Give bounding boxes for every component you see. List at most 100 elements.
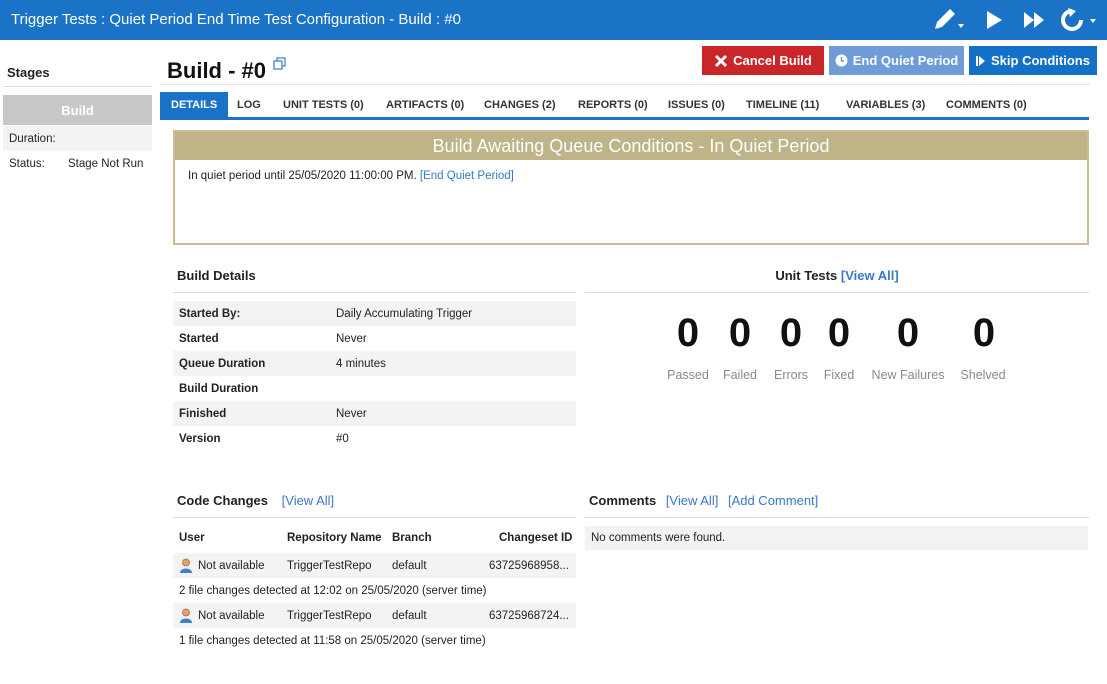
list-item: 1 file changes detected at 11:58 on 25/0… — [173, 628, 576, 653]
alert-message-row: In quiet period until 25/05/2020 11:00:0… — [188, 170, 514, 182]
tab-timeline[interactable]: TIMELINE (11) — [746, 92, 819, 117]
divider — [3, 86, 152, 87]
column-header-repository[interactable]: Repository Name — [287, 532, 382, 544]
skip-conditions-button[interactable]: Skip Conditions — [969, 46, 1097, 75]
code-changes-view-all-link[interactable]: [View All] — [282, 493, 335, 508]
end-quiet-period-label: End Quiet Period — [852, 53, 959, 68]
shelved-label: Shelved — [960, 368, 1006, 382]
list-item: 2 file changes detected at 12:02 on 25/0… — [173, 578, 576, 603]
tab-unit-tests[interactable]: UNIT TESTS (0) — [283, 92, 364, 117]
tab-details[interactable]: DETAILS — [160, 92, 229, 117]
details-row: Finished Never — [173, 401, 576, 426]
tab-comments[interactable]: COMMENTS (0) — [946, 92, 1027, 117]
alert-title: Build Awaiting Queue Conditions - In Qui… — [175, 132, 1087, 160]
details-value: 4 minutes — [336, 357, 386, 370]
code-changes-title: Code Changes — [177, 493, 269, 508]
divider — [173, 517, 576, 518]
comments-view-all-link[interactable]: [View All] — [666, 493, 719, 508]
skip-conditions-label: Skip Conditions — [991, 53, 1090, 68]
change-repository: TriggerTestRepo — [287, 559, 372, 572]
refresh-icon[interactable] — [1059, 5, 1099, 35]
unit-tests-view-all-link[interactable]: [View All] — [841, 268, 899, 283]
stage-status-row: Status: Stage Not Run — [3, 151, 152, 176]
quiet-period-alert: Build Awaiting Queue Conditions - In Qui… — [173, 130, 1089, 245]
tab-variables[interactable]: VARIABLES (3) — [846, 92, 925, 117]
details-key: Version — [179, 432, 221, 445]
details-value: #0 — [336, 432, 349, 445]
details-row: Queue Duration 4 minutes — [173, 351, 576, 376]
unit-tests-title: Unit Tests — [775, 268, 838, 283]
alert-message: In quiet period until 25/05/2020 11:00:0… — [188, 170, 417, 182]
status-label: Status: — [9, 157, 45, 170]
divider — [585, 292, 1089, 293]
tab-bar: DETAILS LOG UNIT TESTS (0) ARTIFACTS (0)… — [160, 92, 1089, 120]
details-row: Started Never — [173, 326, 576, 351]
cancel-build-label: Cancel Build — [733, 53, 812, 68]
details-row: Build Duration — [173, 376, 576, 401]
details-key: Queue Duration — [179, 357, 266, 370]
change-summary: 1 file changes detected at 11:58 on 25/0… — [179, 634, 486, 647]
column-header-branch[interactable]: Branch — [392, 532, 432, 544]
change-user: Not available — [198, 559, 265, 572]
change-changeset-id[interactable]: 63725968958... — [489, 560, 569, 572]
table-row: Not available TriggerTestRepo default 63… — [173, 553, 576, 578]
details-row: Version #0 — [173, 426, 576, 451]
user-icon — [179, 608, 193, 623]
column-header-user[interactable]: User — [179, 532, 205, 544]
change-summary: 2 file changes detected at 12:02 on 25/0… — [179, 584, 487, 597]
build-details-title: Build Details — [177, 268, 256, 283]
end-quiet-period-button[interactable]: End Quiet Period — [829, 46, 964, 75]
stages-title: Stages — [7, 65, 50, 80]
code-changes-title-row: Code Changes [View All] — [177, 493, 334, 508]
window-title: Trigger Tests : Quiet Period End Time Te… — [11, 11, 461, 28]
details-row: Started By: Daily Accumulating Trigger — [173, 301, 576, 326]
change-user: Not available — [198, 609, 265, 622]
details-key: Started By: — [179, 307, 241, 320]
change-branch: default — [392, 609, 427, 622]
tab-artifacts[interactable]: ARTIFACTS (0) — [386, 92, 464, 117]
details-key: Finished — [179, 407, 227, 420]
status-value: Stage Not Run — [68, 157, 144, 170]
details-key: Build Duration — [179, 382, 259, 395]
tab-changes[interactable]: CHANGES (2) — [484, 92, 556, 117]
table-row: Not available TriggerTestRepo default 63… — [173, 603, 576, 628]
end-quiet-period-link[interactable]: [End Quiet Period] — [420, 170, 514, 182]
new-failures-count: 0 — [896, 311, 920, 355]
change-branch: default — [392, 559, 427, 572]
skip-icon — [976, 55, 986, 66]
page-title: Build - #0 — [167, 58, 267, 83]
title-bar: Trigger Tests : Quiet Period End Time Te… — [0, 0, 1107, 40]
stage-duration-row: Duration: — [3, 126, 152, 151]
change-changeset-id[interactable]: 63725968724... — [489, 610, 569, 622]
fixed-count: 0 — [827, 311, 851, 355]
details-value: Never — [336, 332, 367, 345]
duration-label: Duration: — [9, 132, 56, 145]
details-value: Daily Accumulating Trigger — [336, 307, 473, 320]
user-icon — [179, 558, 193, 573]
change-repository: TriggerTestRepo — [287, 609, 372, 622]
edit-icon[interactable] — [930, 5, 966, 35]
stages-sidebar: Stages Build Duration: Status: Stage Not… — [0, 40, 155, 684]
divider — [160, 84, 1090, 85]
comments-title-row: Comments [View All] [Add Comment] — [589, 493, 818, 508]
tab-reports[interactable]: REPORTS (0) — [578, 92, 648, 117]
close-icon — [715, 54, 728, 67]
fast-forward-icon[interactable] — [1021, 5, 1047, 35]
column-header-changeset[interactable]: Changeset ID — [499, 532, 573, 544]
clock-icon — [835, 54, 848, 67]
unit-tests-title-row: Unit Tests [View All] — [585, 268, 1089, 283]
shelved-count: 0 — [972, 311, 996, 355]
tab-log[interactable]: LOG — [237, 92, 261, 117]
comments-empty-message: No comments were found. — [585, 526, 1088, 550]
cancel-build-button[interactable]: Cancel Build — [702, 46, 824, 75]
details-key: Started — [179, 332, 219, 345]
copy-icon[interactable] — [273, 57, 287, 71]
details-value: Never — [336, 407, 367, 420]
divider — [173, 292, 576, 293]
add-comment-link[interactable]: [Add Comment] — [728, 493, 818, 508]
divider — [585, 517, 1089, 518]
stage-build-button[interactable]: Build — [3, 95, 152, 125]
comments-title: Comments — [589, 493, 657, 508]
play-icon[interactable] — [982, 5, 1006, 35]
tab-issues[interactable]: ISSUES (0) — [668, 92, 725, 117]
